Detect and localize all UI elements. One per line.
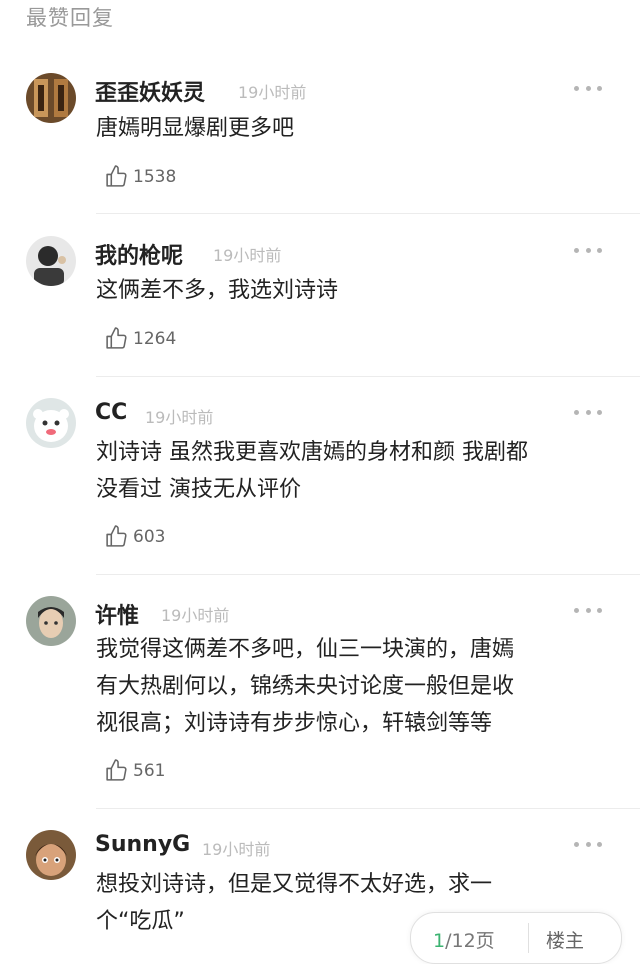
username[interactable]: 歪歪妖妖灵: [95, 75, 205, 107]
thumbs-up-icon: [106, 759, 127, 781]
comment-time: 19小时前: [145, 408, 214, 427]
more-dots-icon[interactable]: [574, 407, 602, 417]
comment-time: 19小时前: [202, 840, 271, 859]
thumbs-up-icon: [106, 327, 127, 349]
current-page: 1: [433, 930, 446, 952]
comment-text: 我觉得这俩差不多吧，仙三一块演的，唐嫣 有大热剧何以，锦绣未央讨论度一般但是收 …: [96, 631, 608, 742]
comment-line: 想投刘诗诗，但是又觉得不太好选，求一: [96, 872, 493, 897]
comment-line: 有大热剧何以，锦绣未央讨论度一般但是收: [96, 674, 515, 699]
divider: [96, 574, 640, 575]
like-button[interactable]: 1538: [104, 164, 176, 189]
more-dots-icon[interactable]: [574, 83, 602, 93]
comment-time: 19小时前: [213, 246, 282, 265]
comment-line: 刘诗诗 虽然我更喜欢唐嫣的身材和颜 我剧都: [96, 440, 528, 465]
page-indicator[interactable]: 1/12页: [433, 926, 495, 953]
username[interactable]: CC: [95, 400, 127, 425]
like-count: 1264: [133, 328, 177, 349]
like-button[interactable]: 603: [104, 524, 165, 549]
avatar[interactable]: [26, 596, 76, 646]
comment-time: 19小时前: [238, 83, 307, 102]
comment-line: 这俩差不多，我选刘诗诗: [96, 278, 339, 303]
section-title: 最赞回复: [26, 6, 114, 30]
floating-pager: 1/12页 楼主: [410, 912, 622, 964]
comment-time: 19小时前: [161, 606, 230, 625]
avatar[interactable]: [26, 73, 76, 123]
avatar[interactable]: [26, 830, 76, 880]
like-button[interactable]: 1264: [104, 326, 176, 351]
comment-text: 唐嫣明显爆剧更多吧: [96, 110, 608, 147]
divider: [96, 213, 640, 214]
like-count: 561: [133, 760, 166, 781]
comment-text: 刘诗诗 虽然我更喜欢唐嫣的身材和颜 我剧都 没看过 演技无从评价: [96, 434, 608, 508]
more-dots-icon[interactable]: [574, 605, 602, 615]
comment-line: 我觉得这俩差不多吧，仙三一块演的，唐嫣: [96, 637, 515, 662]
comment-line: 唐嫣明显爆剧更多吧: [96, 116, 295, 141]
thumbs-up-icon: [106, 525, 127, 547]
like-button[interactable]: 561: [104, 758, 165, 783]
divider: [96, 808, 640, 809]
pager-divider: [528, 923, 529, 953]
username[interactable]: 许惟: [95, 598, 139, 630]
avatar[interactable]: [26, 398, 76, 448]
thumbs-up-icon: [106, 165, 127, 187]
more-dots-icon[interactable]: [574, 245, 602, 255]
total-pages: /12页: [445, 930, 495, 952]
avatar[interactable]: [26, 236, 76, 286]
username[interactable]: 我的枪呢: [95, 238, 183, 270]
username[interactable]: SunnyG: [95, 832, 190, 857]
more-dots-icon[interactable]: [574, 839, 602, 849]
owner-only-button[interactable]: 楼主: [546, 926, 584, 953]
comment-line: 视很高；刘诗诗有步步惊心，轩辕剑等等: [96, 711, 493, 736]
like-count: 1538: [133, 166, 177, 187]
comment-line: 没看过 演技无从评价: [96, 477, 301, 502]
comment-text: 这俩差不多，我选刘诗诗: [96, 272, 608, 309]
like-count: 603: [133, 526, 166, 547]
divider: [96, 376, 640, 377]
